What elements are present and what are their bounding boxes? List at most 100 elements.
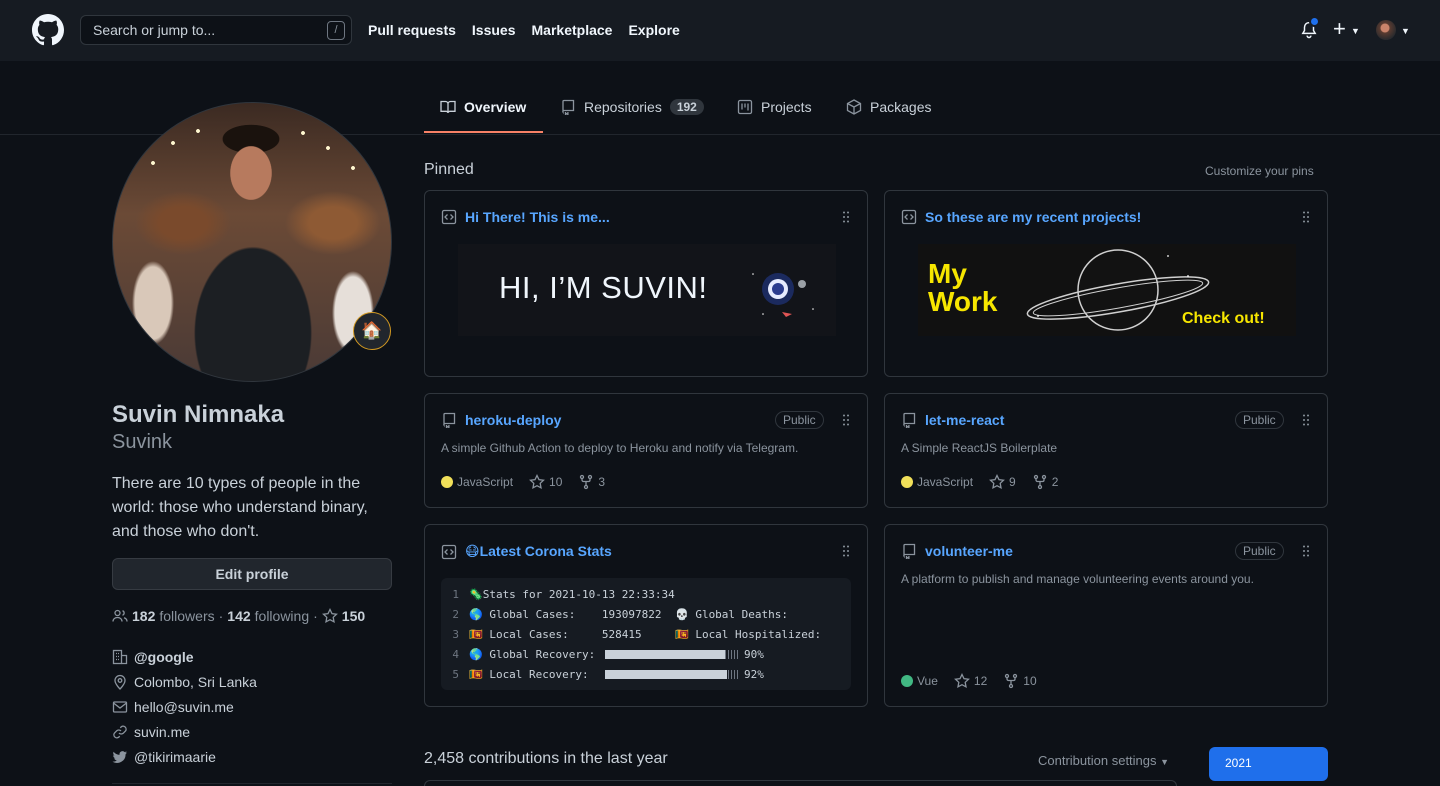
- vcard-twitter[interactable]: @tikirimaarie: [112, 749, 216, 765]
- tab-packages[interactable]: Packages: [846, 99, 931, 115]
- following-count[interactable]: 142: [227, 608, 250, 624]
- star-icon: [989, 474, 1005, 489]
- banner-work: Work: [928, 286, 998, 317]
- avatar[interactable]: [1376, 20, 1396, 40]
- tab-overview[interactable]: Overview: [440, 99, 526, 115]
- repo-icon: [443, 412, 456, 428]
- repo-stars-link[interactable]: 12: [953, 673, 987, 689]
- progress-percent: 90%: [744, 647, 764, 661]
- search-input[interactable]: Search or jump to... /: [80, 15, 352, 45]
- star-icon: [529, 474, 545, 489]
- code-text: 🇱🇰 Local Hospitalized:: [675, 627, 822, 641]
- company-text: @google: [134, 649, 194, 665]
- fork-icon: [1005, 673, 1018, 689]
- line-number: 3: [452, 627, 459, 641]
- card-header: Hi There! This is me...: [441, 209, 610, 225]
- repo-stars-link[interactable]: 9: [989, 474, 1016, 490]
- forks-count: 2: [1051, 475, 1059, 489]
- tab-label: Packages: [870, 99, 932, 115]
- repo-language: JavaScript: [441, 475, 513, 489]
- repo-title-link[interactable]: heroku-deploy: [465, 412, 561, 428]
- nav-pull-requests[interactable]: Pull requests: [368, 22, 456, 38]
- gist-title-link[interactable]: Hi There! This is me...: [465, 209, 610, 225]
- project-icon: [737, 99, 753, 115]
- search-placeholder: Search or jump to...: [93, 22, 216, 38]
- year-2021-button[interactable]: 2021: [1209, 747, 1328, 781]
- nav-explore[interactable]: Explore: [628, 22, 679, 38]
- status-emoji-button[interactable]: 🏠: [353, 312, 391, 350]
- tab-label: Overview: [464, 99, 527, 115]
- active-tab-underline: [424, 131, 543, 133]
- progress-bar-local: [605, 669, 738, 679]
- tab-repositories[interactable]: Repositories 192: [560, 99, 704, 115]
- vcard-company[interactable]: @google: [112, 649, 194, 665]
- card-header: 😷Latest Corona Stats: [441, 543, 612, 560]
- website-link[interactable]: suvin.me: [134, 724, 190, 740]
- repo-forks-link[interactable]: 2: [1032, 474, 1059, 490]
- drag-grip-icon[interactable]: [1303, 545, 1309, 557]
- profile-avatar[interactable]: [112, 102, 392, 382]
- vcard-email[interactable]: hello@suvin.me: [112, 699, 234, 715]
- package-icon: [846, 99, 862, 115]
- drag-grip-icon[interactable]: [1303, 211, 1309, 223]
- drag-grip-icon[interactable]: [843, 545, 849, 557]
- plus-icon[interactable]: +: [1333, 17, 1346, 41]
- chevron-down-icon: ▼: [1160, 757, 1170, 767]
- search-shortcut-key: /: [327, 21, 345, 40]
- followers-count[interactable]: 182: [132, 608, 155, 624]
- repo-meta: JavaScript 9 2: [901, 474, 1058, 490]
- code-text: 🌎 Global Cases: 193097822: [469, 607, 662, 621]
- separator-dot: ·: [313, 608, 318, 624]
- repo-title-link[interactable]: let-me-react: [925, 412, 1004, 428]
- contribution-settings-dropdown[interactable]: Contribution settings ▼: [1038, 753, 1169, 768]
- language-color-dot: [441, 476, 453, 488]
- profile-full-name: Suvin Nimnaka: [112, 401, 285, 428]
- gist-title-link[interactable]: So these are my recent projects!: [925, 209, 1141, 225]
- progress-percent: 92%: [744, 667, 764, 681]
- contributions-heading: 2,458 contributions in the last year: [424, 750, 668, 767]
- drag-grip-icon[interactable]: [1303, 414, 1309, 426]
- following-label[interactable]: following: [255, 608, 309, 624]
- pinned-gist-card: So these are my recent projects! My Work …: [884, 190, 1328, 377]
- line-number: 2: [452, 607, 459, 621]
- repo-count-badge: 192: [669, 99, 704, 115]
- code-line: 3 🇱🇰 Local Cases: 528415 🇱🇰 Local Hospital…: [441, 624, 851, 644]
- chevron-down-icon[interactable]: ▼: [1351, 26, 1360, 36]
- repo-forks-link[interactable]: 3: [578, 474, 605, 490]
- language-name: JavaScript: [917, 475, 974, 489]
- visibility-badge: Public: [775, 411, 824, 429]
- vcard-website[interactable]: suvin.me: [112, 724, 190, 740]
- separator-dot: ·: [218, 608, 224, 624]
- location-text: Colombo, Sri Lanka: [134, 674, 257, 690]
- followers-label[interactable]: followers: [159, 608, 214, 624]
- card-header: So these are my recent projects!: [901, 209, 1141, 225]
- repo-stars-link[interactable]: 10: [529, 474, 562, 490]
- nav-issues[interactable]: Issues: [472, 22, 516, 38]
- edit-profile-button[interactable]: Edit profile: [112, 558, 392, 590]
- github-logo-icon[interactable]: [32, 14, 64, 46]
- drag-grip-icon[interactable]: [843, 211, 849, 223]
- twitter-handle[interactable]: @tikirimaarie: [134, 749, 216, 765]
- sidebar-divider: [112, 783, 392, 784]
- nav-marketplace[interactable]: Marketplace: [532, 22, 613, 38]
- code-line: 5 🇱🇰 Local Recovery: 92%: [441, 664, 851, 684]
- twitter-icon: [112, 751, 127, 763]
- drag-grip-icon[interactable]: [843, 414, 849, 426]
- follow-stats: 182 followers · 142 following · 150: [112, 608, 365, 624]
- banner-my: My: [928, 258, 967, 289]
- repo-title-link[interactable]: volunteer-me: [925, 543, 1013, 559]
- gist-title-link[interactable]: 😷Latest Corona Stats: [465, 543, 612, 560]
- code-text: 🌎 Global Recovery:: [469, 647, 602, 661]
- pinned-repo-card: heroku-deploy Public A simple Github Act…: [424, 393, 868, 508]
- chevron-down-icon[interactable]: ▼: [1401, 26, 1410, 36]
- progress-fill: [605, 649, 725, 659]
- stars-count[interactable]: 150: [342, 608, 365, 624]
- customize-pins-link[interactable]: Customize your pins: [1205, 164, 1314, 178]
- visibility-badge: Public: [1235, 542, 1284, 560]
- repo-icon: [903, 543, 916, 559]
- tab-projects[interactable]: Projects: [737, 99, 812, 115]
- line-number: 1: [452, 587, 459, 601]
- repo-forks-link[interactable]: 10: [1003, 673, 1037, 689]
- code-line: 2 🌎 Global Cases: 193097822 💀 Global Death…: [441, 604, 851, 624]
- email-link[interactable]: hello@suvin.me: [134, 699, 234, 715]
